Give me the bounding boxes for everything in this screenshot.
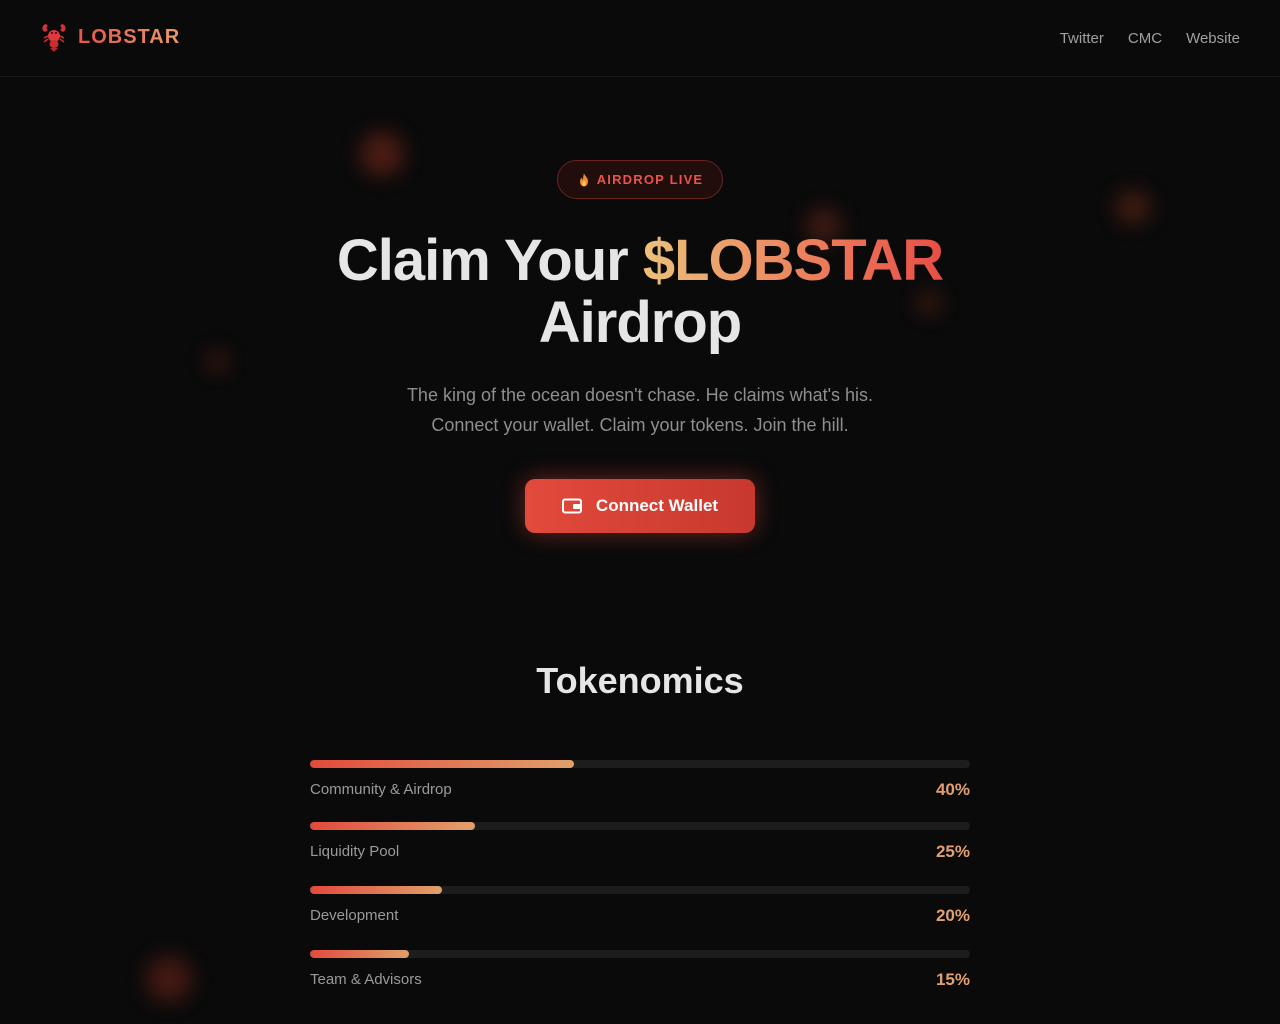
badge-label: AIRDROP LIVE xyxy=(596,172,704,187)
nav-link-twitter[interactable]: Twitter xyxy=(1060,30,1104,47)
allocation-percent: 40% xyxy=(935,780,970,799)
hero-title-token: $LOBSTAR xyxy=(642,228,944,293)
nav-link-website[interactable]: Website xyxy=(1186,30,1240,47)
allocation-bar-track xyxy=(310,950,970,958)
allocation-label: Team & Advisors xyxy=(310,971,422,988)
allocation-percent: 25% xyxy=(935,842,970,861)
fire-icon xyxy=(579,173,588,186)
allocation-bar-track xyxy=(310,886,970,894)
hero-title-prefix: Claim Your xyxy=(336,228,643,293)
connect-wallet-label: Connect Wallet xyxy=(595,496,719,515)
allocation-bar-track xyxy=(310,760,970,768)
allocation-label: Liquidity Pool xyxy=(310,843,400,860)
allocation-bar-fill xyxy=(310,886,442,894)
tokenomics-title: Tokenomics xyxy=(536,660,744,701)
allocation-row: Liquidity Pool 25% xyxy=(310,822,970,866)
allocation-bar-fill xyxy=(310,822,475,830)
hero-subtitle-line-1: The king of the ocean doesn't chase. He … xyxy=(406,385,874,405)
allocation-label: Development xyxy=(310,907,399,924)
nav-link-cmc[interactable]: CMC xyxy=(1128,30,1162,47)
site-header: LOBSTAR Twitter CMC Website xyxy=(0,0,1280,77)
background-glow xyxy=(1116,190,1150,224)
airdrop-live-badge: AIRDROP LIVE xyxy=(557,160,723,199)
brand-name: LOBSTAR xyxy=(78,25,181,48)
background-glow xyxy=(146,956,192,1002)
allocation-row: Team & Advisors 15% xyxy=(310,950,970,994)
allocation-label: Community & Airdrop xyxy=(310,781,452,798)
allocation-bar-track xyxy=(310,822,970,830)
background-glow xyxy=(360,132,404,176)
hero-title-suffix: Airdrop xyxy=(538,290,742,355)
connect-wallet-button[interactable]: Connect Wallet xyxy=(525,479,755,533)
allocation-row: Community & Airdrop 40% xyxy=(310,760,970,804)
lobster-icon xyxy=(42,24,66,52)
hero-subtitle: The king of the ocean doesn't chase. He … xyxy=(0,380,1280,440)
allocation-percent: 15% xyxy=(935,970,970,989)
wallet-icon xyxy=(561,498,582,514)
allocation-row: Development 20% xyxy=(310,886,970,930)
allocation-bar-fill xyxy=(310,950,409,958)
top-nav: Twitter CMC Website xyxy=(1060,30,1240,47)
brand-logo[interactable]: LOBSTAR xyxy=(40,21,180,53)
allocation-percent: 20% xyxy=(935,906,970,925)
allocation-bar-fill xyxy=(310,760,574,768)
hero-subtitle-line-2: Connect your wallet. Claim your tokens. … xyxy=(431,415,849,435)
hero-title: Claim Your $LOBSTAR Airdrop xyxy=(0,230,1280,354)
page: LOBSTAR Twitter CMC Website AIRDROP LIVE… xyxy=(0,0,1280,1024)
